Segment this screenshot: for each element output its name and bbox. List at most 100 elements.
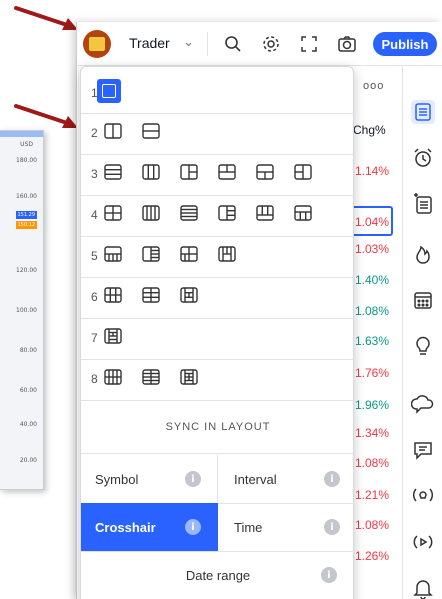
- change-value[interactable]: 1.04%: [355, 215, 389, 229]
- sync-option-label: Interval: [234, 471, 277, 487]
- layout-5-a-icon[interactable]: [103, 244, 123, 264]
- layout-row-3: 3: [81, 154, 355, 195]
- change-value[interactable]: 1.03%: [355, 242, 389, 256]
- layout-7-a-icon[interactable]: [103, 326, 123, 346]
- layout-row-6: 6: [81, 277, 355, 318]
- layout-1-top-2-bottom-icon[interactable]: [255, 162, 275, 182]
- layout-3x2-icon[interactable]: [103, 285, 123, 305]
- chat-cloud-icon[interactable]: [411, 392, 435, 416]
- layout-1-left-2-right-icon[interactable]: [179, 162, 199, 182]
- change-value[interactable]: 1.21%: [355, 488, 389, 502]
- calendar-icon[interactable]: [411, 288, 435, 312]
- layout-3-vertical-icon[interactable]: [141, 162, 161, 182]
- sync-option-label: Crosshair: [95, 519, 156, 535]
- bell-icon[interactable]: [411, 576, 435, 599]
- layout-2-horizontal-icon[interactable]: [141, 121, 161, 141]
- chevron-down-icon[interactable]: ⌄: [183, 34, 194, 50]
- price-tag: 150.12: [15, 221, 37, 229]
- layout-5-d-icon[interactable]: [217, 244, 237, 264]
- alarm-clock-icon[interactable]: [411, 146, 435, 170]
- layout-8-c-icon[interactable]: [179, 367, 199, 387]
- layout-count-label: 3: [91, 167, 98, 181]
- layout-2-top-1-bottom-icon[interactable]: [217, 162, 237, 182]
- sync-option-label: Time: [234, 519, 263, 535]
- layout-5-c-icon[interactable]: [179, 244, 199, 264]
- price-axis-label: 80.00: [19, 347, 37, 354]
- sync-date-range-option[interactable]: Date range i: [81, 551, 355, 599]
- broadcast-lightbulb-icon[interactable]: [411, 482, 435, 506]
- layout-count-label: 5: [91, 249, 98, 263]
- sync-symbol-option[interactable]: Symbol i: [81, 455, 218, 503]
- messages-icon[interactable]: [411, 438, 435, 462]
- layout-1-left-3-right-icon[interactable]: [217, 203, 237, 223]
- camera-icon[interactable]: [335, 32, 359, 56]
- search-icon[interactable]: [221, 32, 245, 56]
- sync-time-option[interactable]: Time i: [218, 503, 355, 551]
- layout-row-7: 7: [81, 318, 355, 359]
- layout-count-label: 2: [91, 126, 98, 140]
- stream-icon[interactable]: [411, 530, 435, 554]
- annotation-arrow-icon: [14, 104, 78, 128]
- layout-2x3-icon[interactable]: [141, 285, 161, 305]
- layout-single-icon[interactable]: [97, 79, 121, 103]
- change-value[interactable]: 1.76%: [355, 366, 389, 380]
- price-axis-label: 180.00: [16, 157, 37, 164]
- sync-option-label: Date range: [185, 567, 251, 583]
- info-icon[interactable]: i: [324, 471, 340, 487]
- layout-name[interactable]: Trader: [129, 35, 170, 51]
- column-header-chg[interactable]: Chg%: [353, 123, 386, 137]
- layout-3-horizontal-icon[interactable]: [103, 162, 123, 182]
- change-value[interactable]: 1.08%: [355, 518, 389, 532]
- change-value[interactable]: 1.14%: [355, 164, 389, 178]
- publish-button[interactable]: Publish: [373, 32, 437, 56]
- gear-icon[interactable]: [259, 32, 283, 56]
- price-axis-label: 60.00: [19, 387, 37, 394]
- layout-row-1: 1: [81, 73, 355, 114]
- sync-crosshair-option[interactable]: Crosshair i: [81, 503, 218, 551]
- news-list-icon[interactable]: [411, 192, 435, 216]
- change-value[interactable]: 1.40%: [355, 273, 389, 287]
- layout-count-label: 4: [91, 208, 98, 222]
- info-icon[interactable]: i: [324, 519, 340, 535]
- watchlist-icon[interactable]: [411, 100, 435, 124]
- layout-4-horizontal-icon[interactable]: [179, 203, 199, 223]
- toolbar-divider: [207, 32, 208, 56]
- layout-dropdown-menu: 1 2 3 4 5 6 7 8 SYNC IN LAYOUT Symbol i …: [80, 66, 355, 599]
- change-value[interactable]: 1.08%: [355, 456, 389, 470]
- price-axis-label: 40.00: [19, 421, 37, 428]
- info-icon[interactable]: i: [185, 471, 201, 487]
- change-value[interactable]: 1.34%: [355, 426, 389, 440]
- info-icon[interactable]: i: [185, 519, 201, 535]
- layout-2x4-icon[interactable]: [141, 367, 161, 387]
- info-icon[interactable]: i: [321, 567, 337, 583]
- layout-2x2-icon[interactable]: [103, 203, 123, 223]
- layout-4x2-icon[interactable]: [103, 367, 123, 387]
- change-value[interactable]: 1.26%: [355, 549, 389, 563]
- change-value[interactable]: 1.63%: [355, 334, 389, 348]
- layout-2-vertical-icon[interactable]: [103, 121, 123, 141]
- more-options-icon[interactable]: ooo: [363, 80, 384, 92]
- layout-5-b-icon[interactable]: [141, 244, 161, 264]
- change-value[interactable]: 1.96%: [355, 398, 389, 412]
- top-toolbar: Trader ⌄ Publish: [77, 22, 442, 66]
- flame-icon[interactable]: [411, 242, 435, 266]
- layout-6-c-icon[interactable]: [179, 285, 199, 305]
- right-sidebar: [403, 66, 442, 599]
- divider: [81, 453, 355, 454]
- price-axis-label: 100.00: [16, 307, 37, 314]
- layout-2-left-1-right-icon[interactable]: [293, 162, 313, 182]
- layout-3-top-1-bottom-icon[interactable]: [255, 203, 275, 223]
- lightbulb-icon[interactable]: [411, 334, 435, 358]
- fullscreen-icon[interactable]: [297, 32, 321, 56]
- layout-4-vertical-icon[interactable]: [141, 203, 161, 223]
- layout-row-8: 8: [81, 359, 355, 400]
- layout-row-5: 5: [81, 236, 355, 277]
- layout-1-top-3-bottom-icon[interactable]: [293, 203, 313, 223]
- change-value[interactable]: 1.08%: [355, 304, 389, 318]
- divider: [81, 400, 355, 401]
- layout-row-2: 2: [81, 113, 355, 154]
- layout-button[interactable]: [83, 30, 111, 58]
- annotation-arrow-icon: [14, 6, 78, 30]
- sync-in-layout-heading: SYNC IN LAYOUT: [165, 421, 271, 433]
- sync-interval-option[interactable]: Interval i: [218, 455, 355, 503]
